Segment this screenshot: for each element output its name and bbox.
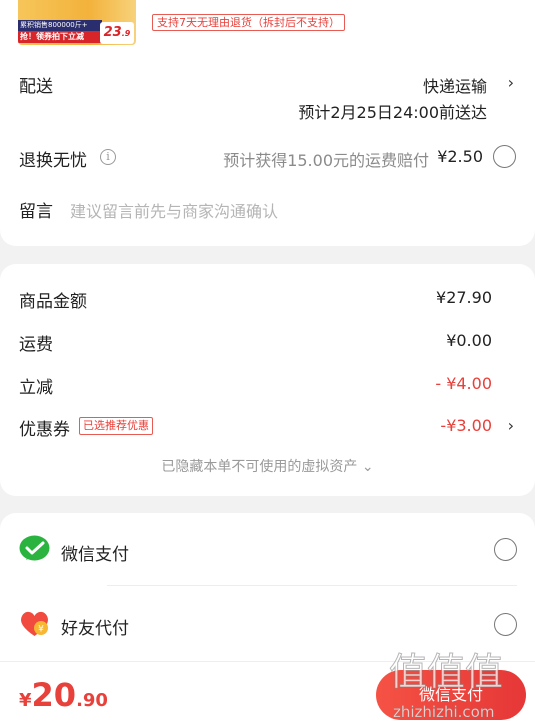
svg-text:¥: ¥ — [38, 625, 44, 635]
message-label: 留言 — [19, 202, 53, 222]
hidden-assets-toggle[interactable]: 已隐藏本单不可使用的虚拟资产 ⌄ — [0, 456, 535, 476]
banner-promo-text: 抢！领券拍下立减 — [18, 31, 102, 43]
return-insurance-radio[interactable] — [493, 145, 516, 168]
friend-pay-label[interactable]: 好友代付 — [61, 614, 129, 639]
goods-amount-value: ¥27.90 — [436, 288, 492, 307]
friend-pay-radio[interactable] — [494, 613, 517, 636]
banner-price: 23.9 — [100, 22, 134, 44]
shipping-value: ¥0.00 — [446, 331, 492, 350]
payment-methods-card: 微信支付 ¥ 好友代付 — [0, 513, 535, 661]
price-summary-card: 商品金额 ¥27.90 运费 ¥0.00 立减 - ¥4.00 优惠券 已选推荐… — [0, 264, 535, 496]
checkout-bar: ¥20.90 微信支付 — [0, 661, 535, 728]
delivery-method[interactable]: 快递运输 — [423, 73, 487, 97]
discount-label: 立减 — [19, 378, 53, 398]
goods-amount-label: 商品金额 — [19, 292, 87, 312]
message-input[interactable]: 建议留言前先与商家沟通确认 — [70, 198, 278, 222]
delivery-label: 配送 — [19, 77, 53, 97]
wechat-pay-label[interactable]: 微信支付 — [61, 540, 129, 565]
return-insurance-label: 退换无忧 — [19, 151, 87, 171]
product-thumbnail[interactable]: 累积销售800000斤+ 抢！领券拍下立减 23.9 — [18, 0, 136, 45]
wechat-pay-icon — [19, 535, 50, 561]
friend-pay-icon: ¥ — [21, 611, 48, 636]
return-policy-tag: 支持7天无理由退货（拆封后不支持） — [152, 14, 345, 31]
divider — [107, 585, 517, 586]
total-price: ¥20.90 — [19, 676, 108, 714]
return-insurance-price: ¥2.50 — [437, 147, 483, 166]
coupon-value[interactable]: -¥3.00 — [440, 416, 492, 435]
wechat-pay-radio[interactable] — [494, 538, 517, 561]
discount-value: - ¥4.00 — [435, 374, 492, 393]
chevron-right-icon[interactable]: › — [508, 73, 514, 92]
shipping-label: 运费 — [19, 335, 53, 355]
order-details-card: 累积销售800000斤+ 抢！领券拍下立减 23.9 支持7天无理由退货（拆封后… — [0, 0, 535, 246]
info-icon[interactable]: i — [100, 149, 116, 165]
delivery-eta: 预计2月25日24:00前送达 — [298, 103, 487, 122]
coupon-label: 优惠券 — [19, 420, 70, 440]
banner-sales-text: 累积销售800000斤+ — [18, 20, 102, 31]
return-insurance-note: 预计获得15.00元的运费赔付 — [223, 151, 429, 170]
pay-button[interactable]: 微信支付 — [376, 670, 526, 720]
chevron-right-icon[interactable]: › — [508, 416, 514, 435]
coupon-tag[interactable]: 已选推荐优惠 — [79, 417, 153, 435]
